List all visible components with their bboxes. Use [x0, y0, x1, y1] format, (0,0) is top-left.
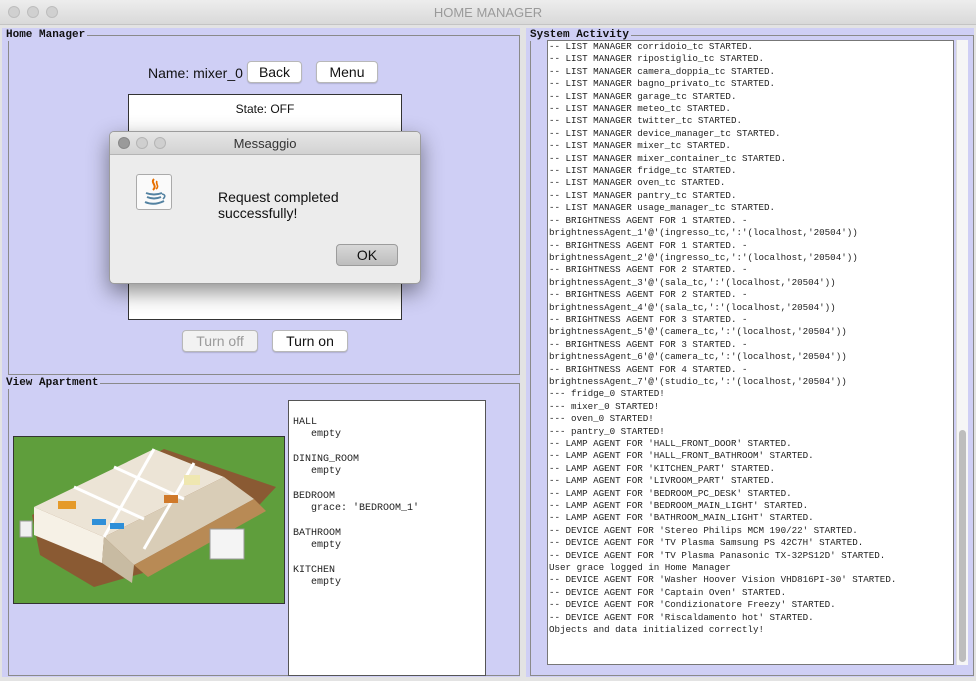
log-scrollbar-thumb[interactable] [959, 430, 966, 662]
turn-on-button[interactable]: Turn on [272, 330, 348, 352]
window-titlebar: HOME MANAGER [0, 0, 976, 25]
home-manager-panel-title: Home Manager [4, 29, 88, 41]
dialog-message: Request completed successfully! [218, 189, 339, 221]
device-state-label: State: OFF [235, 102, 295, 116]
apartment-3d-render [13, 436, 285, 604]
back-button[interactable]: Back [247, 61, 302, 83]
window-title: HOME MANAGER [433, 5, 543, 20]
dialog-ok-button[interactable]: OK [336, 244, 398, 266]
dialog-titlebar: Messaggio [110, 132, 420, 155]
turn-off-button[interactable]: Turn off [182, 330, 258, 352]
dialog-title: Messaggio [233, 136, 297, 151]
apartment-render-image [14, 437, 284, 603]
message-dialog: Messaggio Request completed successfully… [109, 131, 421, 284]
view-apartment-panel-title: View Apartment [4, 377, 101, 389]
log-scrollbar[interactable] [956, 40, 968, 665]
menu-button[interactable]: Menu [316, 61, 378, 83]
java-cup-icon [136, 174, 172, 210]
system-activity-log[interactable]: -- LIST MANAGER corridoio_tc STARTED. --… [547, 40, 954, 665]
rooms-occupancy-text: HALL empty DINING_ROOM empty BEDROOM gra… [293, 417, 420, 588]
rooms-occupancy-list: HALL empty DINING_ROOM empty BEDROOM gra… [288, 400, 486, 676]
system-activity-log-text: -- LIST MANAGER corridoio_tc STARTED. --… [549, 41, 897, 636]
device-name-label: Name: mixer_0 [148, 65, 243, 81]
